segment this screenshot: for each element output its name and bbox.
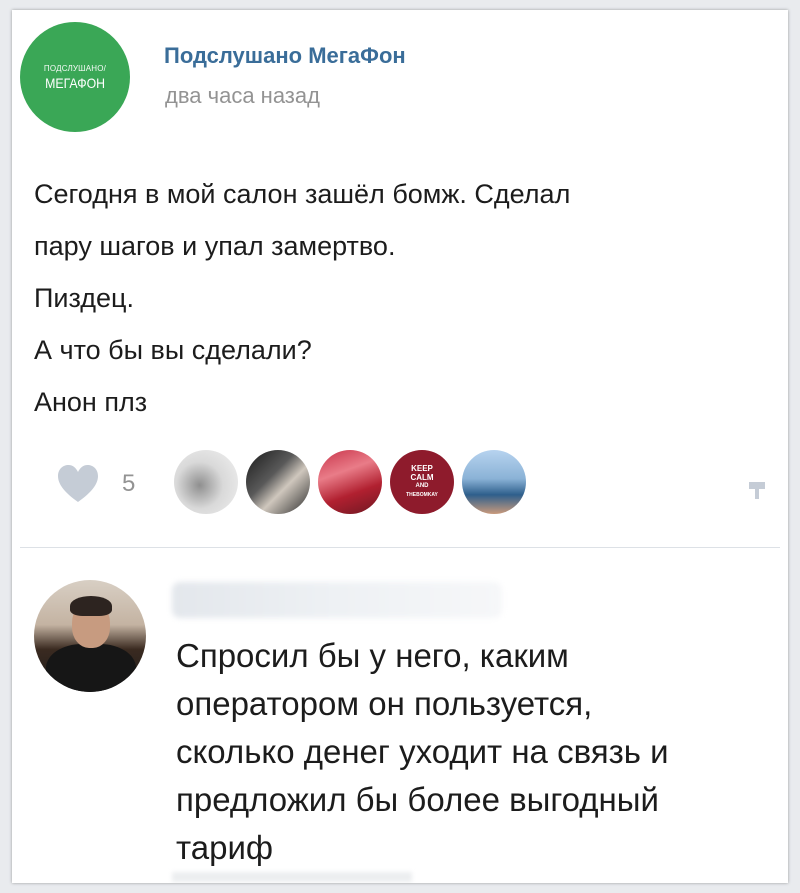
like-count[interactable]: 5 (122, 470, 135, 498)
post-text-line: Анон плз (34, 387, 148, 417)
group-avatar-logo-text: МЕГАФОН (44, 74, 105, 91)
commenter-avatar[interactable] (34, 580, 146, 692)
group-avatar-caption: ПОДСЛУШАНО/ (43, 63, 107, 73)
post-text-line: пару шагов и упал замертво. (34, 231, 396, 261)
liker-badge-text: CALM (410, 473, 434, 482)
group-name-link[interactable]: Подслушано МегаФон (164, 43, 406, 69)
comment-text-line: предложил бы более выгодный (176, 781, 659, 818)
heart-icon[interactable] (56, 464, 100, 504)
commenter-name-redacted (172, 582, 502, 618)
liker-badge-text: AND (415, 483, 429, 489)
comment-text-line: тариф (176, 829, 274, 866)
divider (20, 547, 780, 548)
post-timestamp[interactable]: два часа назад (165, 83, 320, 109)
comment-text-line: сколько денег уходит на связь и (176, 733, 669, 770)
comment-text-line: оператором он пользуется, (176, 685, 593, 722)
liker-avatar[interactable] (462, 450, 526, 514)
post-text-line: Пиздец. (34, 283, 135, 313)
post-card: ПОДСЛУШАНО/ МЕГАФОН Подслушано МегаФон д… (12, 10, 788, 883)
comment-footer-cropped (172, 872, 412, 882)
share-icon[interactable] (748, 478, 766, 500)
likes-row: 5 KEEP CALM AND THEBOMKAY (34, 450, 774, 514)
post-text: Сегодня в мой салон зашёл бомж. Сделал п… (34, 168, 774, 428)
post-text-line: А что бы вы сделали? (34, 335, 312, 365)
liker-avatar[interactable] (318, 450, 382, 514)
avatar-figure-hair (70, 596, 112, 616)
liker-avatar[interactable] (174, 450, 238, 514)
comment-text: Спросил бы у него, каким оператором он п… (176, 632, 776, 872)
liker-avatar[interactable]: KEEP CALM AND THEBOMKAY (390, 450, 454, 514)
liker-badge-text: KEEP (411, 464, 433, 473)
avatar-figure-body (46, 644, 136, 692)
comment-text-line: Спросил бы у него, каким (176, 637, 569, 674)
post-text-line: Сегодня в мой салон зашёл бомж. Сделал (34, 179, 571, 209)
liker-badge-text: THEBOMKAY (406, 492, 438, 498)
liker-avatar[interactable] (246, 450, 310, 514)
group-avatar[interactable]: ПОДСЛУШАНО/ МЕГАФОН (20, 22, 130, 132)
